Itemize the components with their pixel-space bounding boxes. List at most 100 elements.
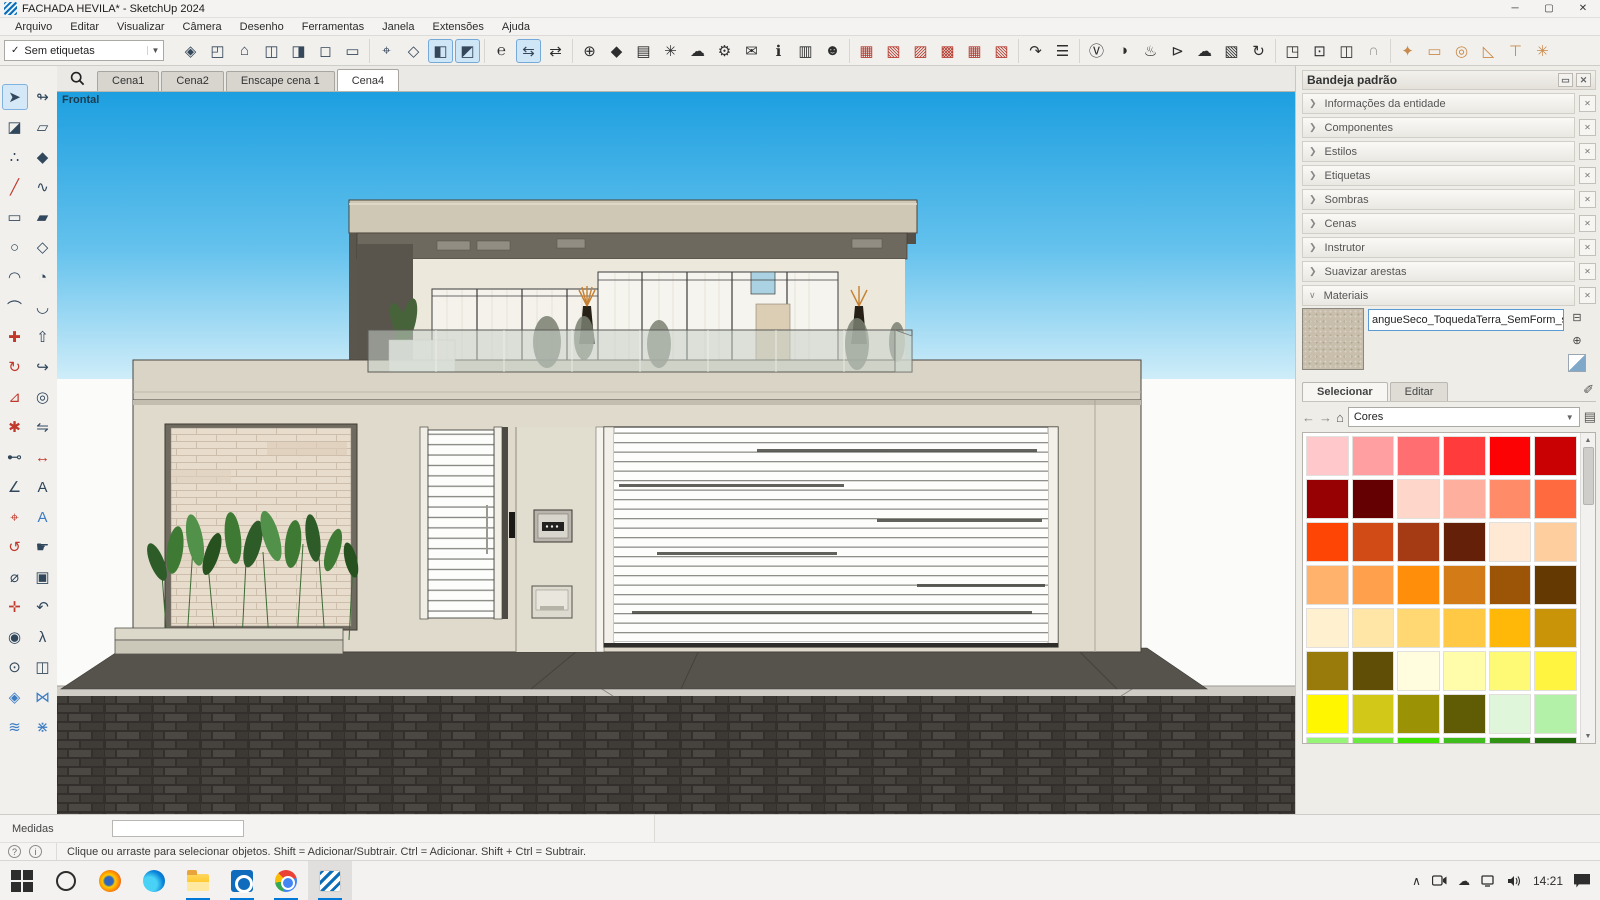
two-point-arc-tool[interactable]: ⌒ [2, 294, 28, 320]
color-swatch-r2c4[interactable] [1443, 479, 1486, 519]
back-arrow-icon[interactable]: ← [1302, 410, 1315, 425]
polygon-tool[interactable]: ◇ [30, 234, 56, 260]
create-material-icon[interactable]: ⊕ [1568, 331, 1586, 349]
stamp-tool[interactable]: ✱ [2, 414, 28, 440]
vray-frame-buffer-icon[interactable]: ▧ [1219, 39, 1244, 63]
flip-tool[interactable]: ⇋ [30, 414, 56, 440]
taskbar-outlook-app[interactable] [220, 861, 264, 900]
color-swatch-r5c5[interactable] [1489, 608, 1532, 648]
menu-item-extensões[interactable]: Extensões [424, 18, 493, 35]
color-swatch-r2c2[interactable] [1352, 479, 1395, 519]
zoom-tool[interactable]: ⌀ [2, 564, 28, 590]
color-swatch-r8c6[interactable] [1534, 737, 1577, 744]
previous-view-tool[interactable]: ↶ [30, 594, 56, 620]
onedrive-icon[interactable]: ☁ [1458, 874, 1470, 888]
rotate-tool[interactable]: ↻ [2, 354, 28, 380]
secondary-pane-icon[interactable]: ⊟ [1568, 308, 1586, 326]
move-tool[interactable]: ✚ [2, 324, 28, 350]
dimension-tool[interactable]: ↔ [30, 444, 56, 470]
clock[interactable]: 14:21 [1533, 874, 1563, 888]
volume-icon[interactable] [1507, 875, 1522, 887]
color-swatch-r4c5[interactable] [1489, 565, 1532, 605]
shapes-tool[interactable]: ∴ [2, 144, 28, 170]
scale-tool[interactable]: ⊿ [2, 384, 28, 410]
plugin-layers[interactable]: ≋ [2, 714, 28, 740]
balcony-glass-railing[interactable] [368, 330, 912, 372]
menu-item-ferramentas[interactable]: Ferramentas [293, 18, 373, 35]
close-icon[interactable]: ✕ [1579, 167, 1596, 184]
offset-tool[interactable]: ◎ [30, 384, 56, 410]
follow-me-tool[interactable]: ↪ [30, 354, 56, 380]
scroll-thumb[interactable] [1583, 447, 1594, 505]
color-swatch-r6c1[interactable] [1306, 651, 1349, 691]
taskbar-search-button[interactable] [44, 861, 88, 900]
tray-close-icon[interactable]: ✕ [1576, 73, 1591, 87]
color-swatch-r3c4[interactable] [1443, 522, 1486, 562]
color-swatch-r8c5[interactable] [1489, 737, 1532, 744]
scroll-down-icon[interactable]: ▼ [1585, 729, 1592, 743]
color-swatch-r3c2[interactable] [1352, 522, 1395, 562]
close-icon[interactable]: ✕ [1579, 287, 1596, 304]
intercom-panel[interactable] [534, 510, 572, 542]
close-button[interactable]: ✕ [1566, 0, 1600, 17]
select-tool[interactable]: ➤ [2, 84, 28, 110]
menu-item-ajuda[interactable]: Ajuda [493, 18, 539, 35]
color-swatch-r3c5[interactable] [1489, 522, 1532, 562]
forward-arrow-icon[interactable]: → [1319, 410, 1332, 425]
texture-scale-icon[interactable]: ▨ [908, 39, 933, 63]
color-swatch-r1c1[interactable] [1306, 436, 1349, 476]
material-eyedrop-icon[interactable]: ▩ [935, 39, 960, 63]
arc-tool[interactable]: ◠ [2, 264, 28, 290]
look-around-tool[interactable]: ⊙ [2, 654, 28, 680]
color-swatch-r5c4[interactable] [1443, 608, 1486, 648]
vray-interactive-render-icon[interactable]: ⊳ [1165, 39, 1190, 63]
color-swatch-r8c2[interactable] [1352, 737, 1395, 744]
vray-logo-icon[interactable]: Ⓥ [1084, 39, 1109, 63]
pie-tool[interactable]: ◔ [30, 264, 56, 290]
menu-item-visualizar[interactable]: Visualizar [108, 18, 174, 35]
batch-render-icon[interactable]: ◫ [1334, 39, 1359, 63]
plugin-shield-download[interactable]: ◈ [2, 684, 28, 710]
texture-rotate-icon[interactable]: ▧ [881, 39, 906, 63]
palette-scrollbar[interactable]: ▲ ▼ [1580, 433, 1595, 743]
taskbar-edge-app[interactable] [132, 861, 176, 900]
menu-item-desenho[interactable]: Desenho [231, 18, 293, 35]
taskbar-chrome-app[interactable] [264, 861, 308, 900]
tray-section-cenas[interactable]: ❯Cenas [1302, 213, 1575, 234]
three-point-arc-tool[interactable]: ◡ [30, 294, 56, 320]
vray-light-lister-icon[interactable]: ✦ [1395, 39, 1420, 63]
field-of-view-icon[interactable]: ⌖ [374, 39, 399, 63]
eraser-tool[interactable]: ▱ [30, 114, 56, 140]
measurements-input[interactable] [112, 820, 244, 837]
freehand-tool[interactable]: ∿ [30, 174, 56, 200]
color-swatch-r8c1[interactable] [1306, 737, 1349, 744]
search-icon[interactable] [57, 66, 97, 91]
close-icon[interactable]: ✕ [1579, 119, 1596, 136]
rotated-rectangle-tool[interactable]: ▰ [30, 204, 56, 230]
vray-asset-editor-icon[interactable]: ◑ [1111, 39, 1136, 63]
model-canvas[interactable] [57, 92, 1295, 814]
menu-item-janela[interactable]: Janela [373, 18, 423, 35]
color-swatch-r6c5[interactable] [1489, 651, 1532, 691]
pan-tool[interactable]: ☛ [30, 534, 56, 560]
color-swatch-r7c5[interactable] [1489, 694, 1532, 734]
close-icon[interactable]: ✕ [1579, 143, 1596, 160]
color-swatch-r5c3[interactable] [1397, 608, 1440, 648]
entry-door[interactable] [420, 427, 515, 619]
top-view-icon[interactable]: ◻ [313, 39, 338, 63]
color-swatch-r1c2[interactable] [1352, 436, 1395, 476]
circle-tool[interactable]: ○ [2, 234, 28, 260]
scene-tab-enscape-cena-1[interactable]: Enscape cena 1 [226, 71, 335, 91]
color-swatch-r6c4[interactable] [1443, 651, 1486, 691]
3d-text-tool[interactable]: A [30, 504, 56, 530]
materials-tab-editar[interactable]: Editar [1390, 382, 1449, 401]
color-swatch-r1c5[interactable] [1489, 436, 1532, 476]
close-icon[interactable]: ✕ [1579, 95, 1596, 112]
tray-section-instrutor[interactable]: ❯Instrutor [1302, 237, 1575, 258]
right-view-icon[interactable]: ◨ [286, 39, 311, 63]
color-swatch-r6c3[interactable] [1397, 651, 1440, 691]
color-swatch-r4c3[interactable] [1397, 565, 1440, 605]
color-swatch-r7c2[interactable] [1352, 694, 1395, 734]
close-icon[interactable]: ✕ [1579, 239, 1596, 256]
color-sheets-icon[interactable]: ▤ [631, 39, 656, 63]
